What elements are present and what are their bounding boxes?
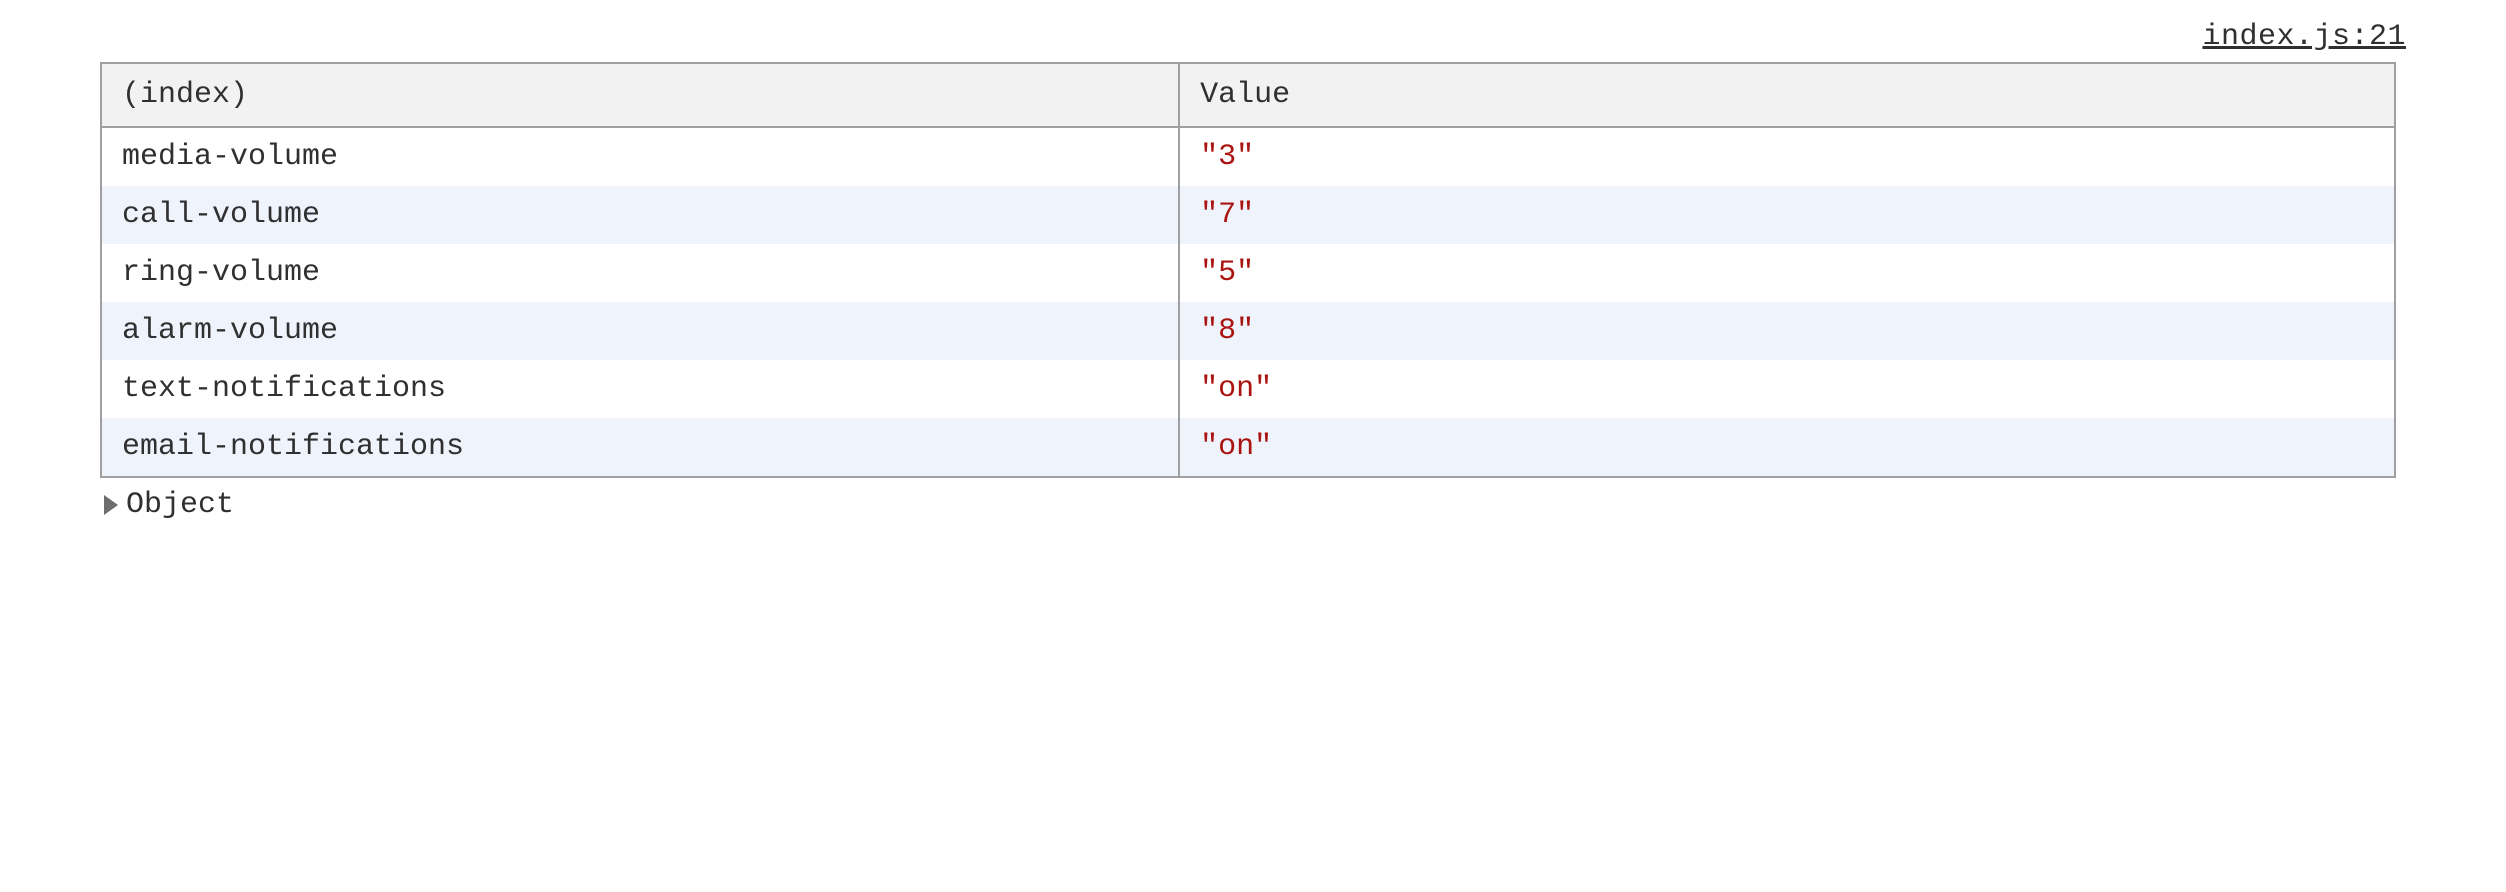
object-label: Object <box>126 488 234 522</box>
row-value: "7" <box>1179 186 2395 244</box>
table-row: text-notifications "on" <box>101 360 2395 418</box>
column-header-index[interactable]: (index) <box>101 63 1179 127</box>
row-key: text-notifications <box>101 360 1179 418</box>
row-value: "5" <box>1179 244 2395 302</box>
source-link-row: index.js:21 <box>60 20 2446 62</box>
table-row: call-volume "7" <box>101 186 2395 244</box>
column-header-value[interactable]: Value <box>1179 63 2395 127</box>
row-key: alarm-volume <box>101 302 1179 360</box>
console-output-container: index.js:21 (index) Value media-volume "… <box>60 20 2446 522</box>
string-value: "on" <box>1200 430 1272 464</box>
row-value: "3" <box>1179 127 2395 186</box>
string-value: "5" <box>1200 256 1254 290</box>
row-value: "on" <box>1179 418 2395 477</box>
table-header-row: (index) Value <box>101 63 2395 127</box>
table-row: ring-volume "5" <box>101 244 2395 302</box>
row-key: media-volume <box>101 127 1179 186</box>
row-value: "8" <box>1179 302 2395 360</box>
string-value: "7" <box>1200 198 1254 232</box>
source-link[interactable]: index.js:21 <box>2202 20 2406 54</box>
row-key: email-notifications <box>101 418 1179 477</box>
row-key: ring-volume <box>101 244 1179 302</box>
table-row: alarm-volume "8" <box>101 302 2395 360</box>
disclosure-triangle-icon <box>104 495 118 515</box>
object-expand-row[interactable]: Object <box>100 478 2446 522</box>
row-key: call-volume <box>101 186 1179 244</box>
row-value: "on" <box>1179 360 2395 418</box>
string-value: "on" <box>1200 372 1272 406</box>
string-value: "3" <box>1200 140 1254 174</box>
table-row: email-notifications "on" <box>101 418 2395 477</box>
string-value: "8" <box>1200 314 1254 348</box>
table-row: media-volume "3" <box>101 127 2395 186</box>
console-table: (index) Value media-volume "3" call-volu… <box>100 62 2396 478</box>
